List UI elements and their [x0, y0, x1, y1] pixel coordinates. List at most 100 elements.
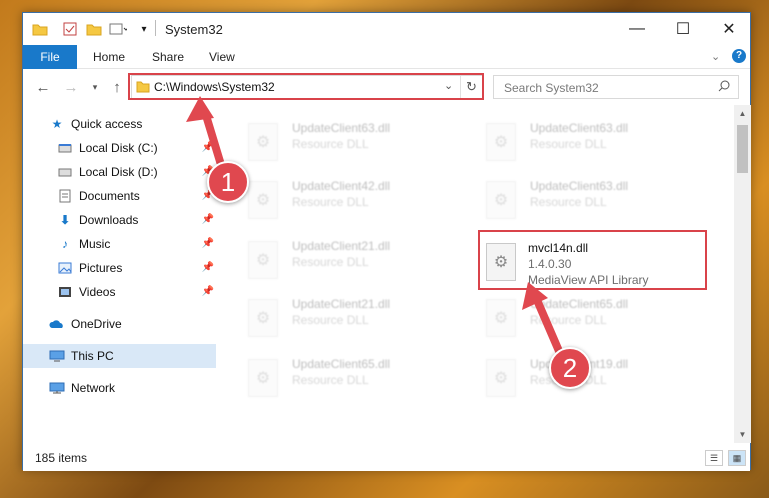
- sidebar-item-music[interactable]: ♪ Music 📌: [23, 232, 216, 256]
- dll-file-icon: ⚙: [248, 241, 278, 279]
- download-icon: ⬇: [59, 213, 71, 227]
- sidebar-item-label: Videos: [79, 285, 116, 299]
- sidebar-item-downloads[interactable]: ⬇ Downloads 📌: [23, 208, 216, 232]
- address-bar-highlight: [128, 73, 484, 100]
- pin-icon[interactable]: 📌: [202, 238, 214, 249]
- file-description: Resource DLL: [292, 373, 369, 387]
- file-name: UpdateClient42.dll: [292, 179, 391, 193]
- sidebar-item-local-disk-d[interactable]: Local Disk (D:) 📌: [23, 160, 216, 184]
- tab-share[interactable]: Share: [140, 45, 196, 69]
- sidebar-item-label: This PC: [71, 349, 114, 363]
- dll-file-icon: ⚙: [248, 299, 278, 337]
- sidebar-item-onedrive[interactable]: OneDrive: [23, 312, 216, 336]
- forward-button[interactable]: →: [61, 77, 81, 97]
- list-item[interactable]: ⚙ UpdateClient63.dll Resource DLL: [478, 117, 698, 167]
- file-name: UpdateClient21.dll: [292, 297, 391, 311]
- close-button[interactable]: ✕: [706, 13, 752, 45]
- ribbon-tabs: File Home Share View ⌄ ?: [23, 45, 750, 95]
- dll-file-icon: ⚙: [486, 123, 516, 161]
- status-bar: 185 items ☰ ▦: [23, 445, 750, 471]
- list-item[interactable]: ⚙ UpdateClient63.dll Resource DLL: [478, 175, 698, 225]
- list-item[interactable]: ⚙ UpdateClient65.dll Resource DLL: [478, 293, 698, 343]
- file-description: Resource DLL: [530, 195, 607, 209]
- maximize-button[interactable]: ☐: [660, 13, 706, 45]
- sidebar-item-label: OneDrive: [71, 317, 122, 331]
- vertical-scrollbar[interactable]: ▲ ▼: [734, 105, 751, 443]
- tab-view[interactable]: View: [197, 45, 247, 69]
- file-description: Resource DLL: [292, 313, 369, 327]
- file-name: UpdateClient65.dll: [530, 297, 629, 311]
- list-item[interactable]: ⚙ UpdateClient21.dll Resource DLL: [240, 235, 460, 285]
- drive-icon: [57, 164, 73, 180]
- file-name: UpdateClient63.dll: [530, 121, 629, 135]
- list-item[interactable]: ⚙ UpdateClient21.dll Resource DLL: [240, 293, 460, 343]
- list-item[interactable]: ⚙ UpdateClient42.dll Resource DLL: [240, 175, 460, 225]
- title-divider: [155, 20, 156, 36]
- sidebar-item-documents[interactable]: Documents 📌: [23, 184, 216, 208]
- properties-icon[interactable]: [61, 20, 79, 38]
- tab-home[interactable]: Home: [81, 45, 137, 69]
- sidebar-item-label: Quick access: [71, 117, 143, 131]
- sidebar-item-pictures[interactable]: Pictures 📌: [23, 256, 216, 280]
- scroll-up-icon[interactable]: ▲: [734, 105, 751, 122]
- target-file-highlight: [478, 230, 707, 290]
- new-folder-icon[interactable]: [85, 20, 103, 38]
- scrollbar-thumb[interactable]: [737, 125, 748, 173]
- back-button[interactable]: ←: [33, 77, 53, 97]
- star-icon: ★: [51, 117, 63, 131]
- title-bar: ▾ System32 — ☐ ✕: [23, 13, 750, 45]
- dll-file-icon: ⚙: [248, 123, 278, 161]
- cloud-icon: [49, 316, 65, 332]
- sidebar-item-videos[interactable]: Videos 📌: [23, 280, 216, 304]
- chevron-down-icon[interactable]: ▾: [135, 20, 153, 38]
- folder-icon[interactable]: [31, 20, 49, 38]
- sidebar-item-label: Downloads: [79, 213, 139, 227]
- network-icon: [49, 380, 65, 396]
- expand-ribbon-icon[interactable]: ⌄: [711, 50, 720, 63]
- list-item[interactable]: ⚙ UpdateClient63.dll Resource DLL: [240, 117, 460, 167]
- dll-file-icon: ⚙: [248, 181, 278, 219]
- file-description: Resource DLL: [292, 195, 369, 209]
- pin-icon[interactable]: 📌: [202, 262, 214, 273]
- item-count: 185 items: [35, 451, 88, 465]
- file-description: Resource DLL: [530, 137, 607, 151]
- help-icon[interactable]: ?: [732, 49, 746, 63]
- pictures-icon: [57, 260, 73, 276]
- details-view-icon[interactable]: ☰: [705, 450, 723, 466]
- sidebar-item-network[interactable]: Network: [23, 376, 216, 400]
- sidebar-item-this-pc[interactable]: This PC: [23, 344, 216, 368]
- search-placeholder: Search System32: [504, 81, 599, 95]
- minimize-button[interactable]: —: [614, 13, 660, 45]
- file-name: UpdateClient63.dll: [530, 179, 629, 193]
- callout-badge-2: 2: [549, 347, 591, 389]
- computer-icon: [49, 348, 65, 364]
- list-item[interactable]: ⚙ UpdateClient65.dll Resource DLL: [240, 353, 460, 403]
- recent-locations-button[interactable]: ▾: [85, 77, 105, 97]
- file-name: UpdateClient21.dll: [292, 239, 391, 253]
- navigation-pane: ★ Quick access Local Disk (C:) 📌 Local D…: [23, 105, 216, 443]
- pin-icon[interactable]: 📌: [202, 214, 214, 225]
- large-icons-view-icon[interactable]: ▦: [728, 450, 746, 466]
- sidebar-item-label: Network: [71, 381, 116, 395]
- scroll-down-icon[interactable]: ▼: [734, 426, 751, 443]
- sidebar-item-label: Local Disk (C:): [79, 141, 158, 155]
- search-icon[interactable]: [718, 80, 730, 95]
- documents-icon: [57, 188, 73, 204]
- sidebar-item-label: Documents: [79, 189, 140, 203]
- pin-icon[interactable]: 📌: [202, 286, 214, 297]
- file-description: Resource DLL: [292, 255, 369, 269]
- callout-badge-1: 1: [207, 161, 249, 203]
- sidebar-item-label: Pictures: [79, 261, 123, 275]
- music-icon: ♪: [62, 237, 68, 251]
- file-name: UpdateClient63.dll: [292, 121, 391, 135]
- file-description: Resource DLL: [292, 137, 369, 151]
- file-name: UpdateClient65.dll: [292, 357, 391, 371]
- sidebar-item-quick-access[interactable]: ★ Quick access: [23, 112, 216, 136]
- customize-toolbar-icon[interactable]: [109, 20, 127, 38]
- sidebar-item-local-disk-c[interactable]: Local Disk (C:) 📌: [23, 136, 216, 160]
- file-description: Resource DLL: [530, 313, 607, 327]
- up-button[interactable]: ↑: [107, 77, 127, 97]
- pin-icon[interactable]: 📌: [202, 142, 214, 153]
- sidebar-item-label: Local Disk (D:): [79, 165, 158, 179]
- search-input[interactable]: Search System32: [493, 75, 739, 99]
